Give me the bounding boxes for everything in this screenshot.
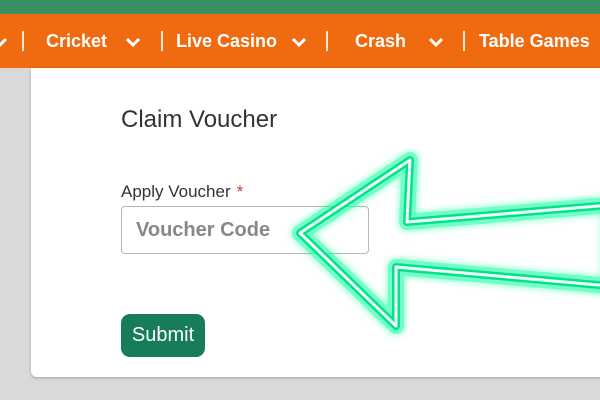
nav-item-crash[interactable]: Crash [355, 14, 406, 68]
chevron-down-icon[interactable] [125, 14, 141, 68]
main-navigation: Cricket Live Casino Crash Table Games [0, 14, 600, 68]
nav-item-table-games[interactable]: Table Games [479, 14, 590, 68]
page-title: Claim Voucher [121, 106, 278, 133]
voucher-code-input[interactable] [121, 206, 369, 254]
chevron-down-icon[interactable] [0, 14, 8, 68]
voucher-card: Claim Voucher Apply Voucher * Submit [31, 68, 600, 377]
required-marker: * [236, 182, 244, 201]
voucher-field-label: Apply Voucher * [121, 182, 243, 202]
submit-button[interactable]: Submit [121, 314, 205, 357]
nav-separator [463, 31, 465, 51]
nav-separator [326, 31, 328, 51]
nav-separator [161, 31, 163, 51]
nav-item-live-casino[interactable]: Live Casino [176, 14, 277, 68]
top-accent-bar [0, 0, 600, 14]
chevron-down-icon[interactable] [291, 14, 307, 68]
nav-item-cricket[interactable]: Cricket [46, 14, 107, 68]
chevron-down-icon[interactable] [428, 14, 444, 68]
nav-separator [22, 31, 24, 51]
voucher-label-text: Apply Voucher [121, 182, 231, 201]
